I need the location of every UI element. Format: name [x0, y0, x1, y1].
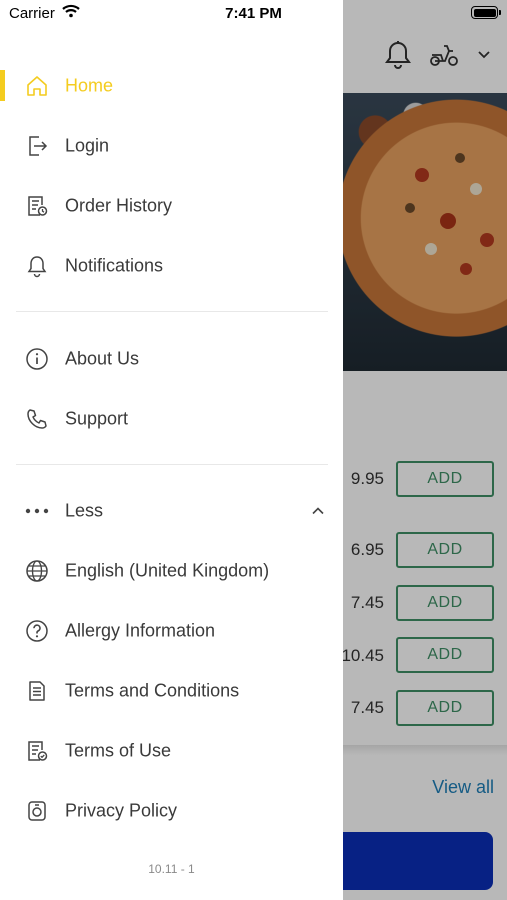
clock: 7:41 PM — [225, 5, 282, 22]
menu-item-label: Privacy Policy — [65, 800, 178, 821]
divider — [16, 464, 328, 465]
menu-item-about-us[interactable]: About Us — [0, 329, 343, 389]
document-check-icon — [24, 738, 50, 764]
menu-item-notifications[interactable]: Notifications — [0, 236, 343, 296]
menu-item-label: Notifications — [65, 255, 164, 276]
menu-item-label: About Us — [65, 348, 140, 369]
status-bar: Carrier 7:41 PM — [0, 0, 507, 28]
menu-item-label: Login — [65, 135, 110, 156]
menu-item-label: Less — [65, 500, 104, 521]
login-icon — [24, 133, 50, 159]
bell-icon — [24, 253, 50, 279]
ellipsis-icon — [24, 498, 50, 524]
side-drawer: Home Login Order History Notifications A… — [0, 0, 343, 900]
question-icon — [24, 618, 50, 644]
menu-item-home[interactable]: Home — [0, 56, 343, 116]
home-icon — [24, 73, 50, 99]
app-version: 10.11 - 1 — [148, 862, 195, 876]
document-icon — [24, 678, 50, 704]
menu-item-label: Support — [65, 408, 129, 429]
phone-icon — [24, 406, 50, 432]
chevron-up-icon — [311, 504, 325, 518]
menu-item-order-history[interactable]: Order History — [0, 176, 343, 236]
divider — [16, 311, 328, 312]
menu-toggle-less[interactable]: Less — [0, 481, 343, 541]
info-icon — [24, 346, 50, 372]
menu-item-label: Terms and Conditions — [65, 680, 240, 701]
order-history-icon — [24, 193, 50, 219]
menu-item-terms-of-use[interactable]: Terms of Use — [0, 721, 343, 781]
globe-icon — [24, 558, 50, 584]
menu-item-terms-and-conditions[interactable]: Terms and Conditions — [0, 661, 343, 721]
menu-item-support[interactable]: Support — [0, 389, 343, 449]
menu-item-label: Home — [65, 75, 114, 96]
menu-item-allergy-information[interactable]: Allergy Information — [0, 601, 343, 661]
menu-item-label: English (United Kingdom) — [65, 560, 270, 581]
menu-item-label: Terms of Use — [65, 740, 172, 761]
privacy-icon — [24, 798, 50, 824]
menu-item-login[interactable]: Login — [0, 116, 343, 176]
battery-icon — [471, 6, 501, 19]
menu-item-label: Order History — [65, 195, 173, 216]
menu-item-language[interactable]: English (United Kingdom) — [0, 541, 343, 601]
menu-item-privacy-policy[interactable]: Privacy Policy — [0, 781, 343, 841]
menu-item-label: Allergy Information — [65, 620, 216, 641]
